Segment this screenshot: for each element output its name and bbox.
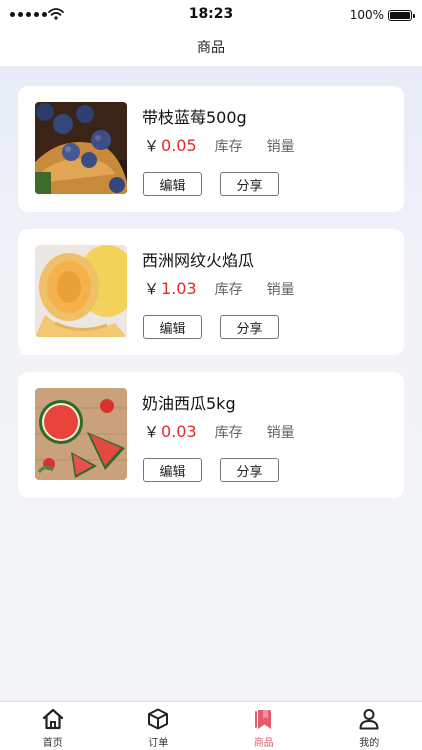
stock-label: 库存 (214, 425, 243, 441)
tab-orders[interactable]: 订单 (106, 702, 212, 750)
product-card[interactable]: 西洲网纹火焰瓜 ￥ 1.03 库存 销量 编辑 分享 (18, 229, 404, 355)
person-icon (359, 709, 379, 730)
product-image-watermelon (35, 388, 127, 480)
share-button[interactable]: 分享 (220, 315, 279, 339)
sales-label: 销量 (266, 139, 295, 155)
tab-label: 订单 (148, 738, 169, 749)
page-title: 商品 (197, 40, 225, 56)
edit-button[interactable]: 编辑 (143, 172, 202, 196)
product-card[interactable]: 奶油西瓜5kg ￥ 0.03 库存 销量 编辑 分享 (18, 372, 404, 498)
product-price: 0.05 (161, 136, 197, 155)
sales-label: 销量 (266, 282, 295, 298)
tab-label: 商品 (253, 738, 274, 749)
price-row: ￥ 1.03 库存 销量 (144, 278, 295, 299)
edit-button[interactable]: 编辑 (143, 458, 202, 482)
product-card[interactable]: 带枝蓝莓500g ￥ 0.05 库存 销量 编辑 分享 (18, 86, 404, 212)
status-bar: 18:23 100% (0, 0, 422, 30)
box-icon (148, 708, 169, 730)
product-list: 带枝蓝莓500g ￥ 0.05 库存 销量 编辑 分享 西洲网纹火焰瓜 ￥ 1. (0, 66, 422, 701)
currency-symbol: ￥ (144, 280, 160, 298)
tab-bar: 首页 订单 商品 我的 (0, 701, 422, 750)
stock-label: 库存 (214, 139, 243, 155)
product-name: 西洲网纹火焰瓜 (142, 251, 255, 270)
currency-symbol: ￥ (144, 137, 160, 155)
product-price: 1.03 (161, 279, 197, 298)
product-name: 奶油西瓜5kg (142, 394, 236, 413)
tab-label: 首页 (42, 738, 63, 749)
product-image-melon (35, 245, 127, 337)
price-row: ￥ 0.03 库存 销量 (144, 421, 295, 442)
bookmark-icon (254, 710, 271, 729)
share-button[interactable]: 分享 (220, 458, 279, 482)
currency-symbol: ￥ (144, 423, 160, 441)
nav-bar: 商品 (0, 30, 422, 66)
stock-label: 库存 (214, 282, 243, 298)
tab-profile[interactable]: 我的 (317, 702, 422, 750)
price-row: ￥ 0.05 库存 销量 (144, 135, 295, 156)
sales-label: 销量 (266, 425, 295, 441)
product-name: 带枝蓝莓500g (142, 108, 247, 127)
tab-home[interactable]: 首页 (0, 702, 106, 750)
product-image-blueberries (35, 102, 127, 194)
home-icon (42, 708, 63, 730)
tab-products[interactable]: 商品 (211, 702, 317, 750)
edit-button[interactable]: 编辑 (143, 315, 202, 339)
product-price: 0.03 (161, 422, 197, 441)
share-button[interactable]: 分享 (220, 172, 279, 196)
battery-percent: 100% (349, 8, 384, 22)
battery-icon (388, 10, 415, 21)
tab-label: 我的 (359, 738, 380, 749)
